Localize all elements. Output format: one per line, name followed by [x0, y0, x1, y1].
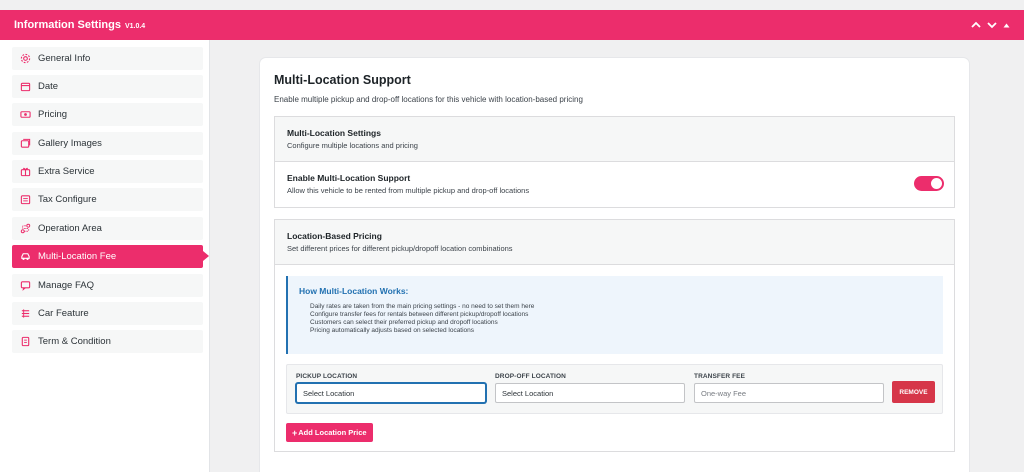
- car-icon: [19, 251, 31, 263]
- section-description: Enable multiple pickup and drop-off loca…: [274, 95, 583, 104]
- sidebar-item-label: Tax Configure: [38, 194, 97, 205]
- sidebar-item-label: General Info: [38, 53, 91, 64]
- money-icon: [19, 109, 31, 121]
- panel-subtitle: Set different prices for different picku…: [287, 244, 513, 253]
- setting-description: Allow this vehicle to be rented from mul…: [287, 186, 530, 195]
- add-location-price-label: Add Location Price: [298, 428, 367, 437]
- list-icon: [19, 308, 31, 320]
- panel-title: Location-Based Pricing: [287, 231, 382, 241]
- sidebar: General Info Date Pricing Gallery Images…: [0, 40, 210, 472]
- location-based-pricing-panel: Location-Based Pricing Set different pri…: [274, 219, 955, 452]
- version-badge: V1.0.4: [124, 22, 146, 30]
- page-title: Information Settings: [14, 19, 121, 31]
- faq-icon: [19, 280, 31, 292]
- sidebar-item-label: Multi-Location Fee: [38, 251, 117, 262]
- plus-icon: +: [292, 427, 298, 438]
- enable-multi-location-toggle[interactable]: [914, 176, 944, 191]
- transfer-fee-input[interactable]: One-way Fee: [694, 383, 884, 403]
- sidebar-item-car-feature[interactable]: Car Feature: [12, 302, 203, 325]
- transfer-fee-label: TRANSFER FEE: [694, 373, 746, 380]
- enable-multi-location-row: Enable Multi-Location Support Allow this…: [275, 161, 954, 207]
- sidebar-item-general-info[interactable]: General Info: [12, 47, 203, 70]
- sidebar-item-label: Extra Service: [38, 166, 95, 177]
- sidebar-item-label: Manage FAQ: [38, 280, 94, 291]
- sidebar-item-label: Term & Condition: [38, 336, 111, 347]
- multi-location-settings-panel: Multi-Location Settings Configure multip…: [274, 116, 955, 208]
- sidebar-item-label: Car Feature: [38, 308, 89, 319]
- sidebar-item-gallery-images[interactable]: Gallery Images: [12, 132, 203, 155]
- images-icon: [19, 138, 31, 150]
- panel-header: Multi-Location Settings Configure multip…: [275, 117, 954, 162]
- info-line: Configure transfer fees for rentals betw…: [310, 311, 529, 318]
- sidebar-item-tax-configure[interactable]: Tax Configure: [12, 188, 203, 211]
- sidebar-item-pricing[interactable]: Pricing: [12, 103, 203, 126]
- sidebar-item-extra-service[interactable]: Extra Service: [12, 160, 203, 183]
- panel-subtitle: Configure multiple locations and pricing: [287, 141, 418, 150]
- caret-up-icon[interactable]: [1003, 22, 1010, 29]
- route-icon: [19, 223, 31, 235]
- info-line: Daily rates are taken from the main pric…: [310, 303, 535, 310]
- remove-button[interactable]: REMOVE: [892, 381, 935, 403]
- info-list: Daily rates are taken from the main pric…: [310, 303, 933, 335]
- gear-icon: [19, 53, 31, 65]
- sidebar-item-label: Date: [38, 81, 59, 92]
- header-bar: Information Settings V1.0.4: [0, 10, 1024, 40]
- info-title: How Multi-Location Works:: [299, 286, 409, 296]
- sidebar-item-label: Gallery Images: [38, 138, 102, 149]
- info-line: Pricing automatically adjusts based on s…: [310, 327, 475, 334]
- document-icon: [19, 336, 31, 348]
- sidebar-item-multi-location-fee[interactable]: Multi-Location Fee: [12, 245, 209, 268]
- add-location-price-button[interactable]: + Add Location Price: [286, 423, 373, 442]
- info-box: How Multi-Location Works: Daily rates ar…: [286, 276, 943, 354]
- pickup-location-label: PICKUP LOCATION: [296, 373, 358, 380]
- toggle-knob: [931, 178, 942, 189]
- sidebar-item-operation-area[interactable]: Operation Area: [12, 217, 203, 240]
- panel-controls: [971, 21, 1010, 29]
- dropoff-location-label: DROP-OFF LOCATION: [495, 373, 566, 380]
- dropoff-location-select[interactable]: Select Location: [495, 383, 685, 403]
- chevron-up-icon[interactable]: [971, 21, 981, 29]
- sidebar-item-label: Operation Area: [38, 223, 102, 234]
- info-line: Customers can select their preferred pic…: [310, 319, 498, 326]
- sidebar-item-label: Pricing: [38, 109, 68, 120]
- calendar-icon: [19, 81, 31, 93]
- sidebar-item-manage-faq[interactable]: Manage FAQ: [12, 274, 203, 297]
- panel-title: Multi-Location Settings: [287, 128, 381, 138]
- setting-title: Enable Multi-Location Support: [287, 173, 411, 183]
- panel-header: Location-Based Pricing Set different pri…: [275, 220, 954, 265]
- receipt-icon: [19, 194, 31, 206]
- pickup-location-select[interactable]: Select Location: [296, 383, 486, 403]
- section-title: Multi-Location Support: [274, 73, 411, 87]
- sidebar-item-date[interactable]: Date: [12, 75, 203, 98]
- chevron-down-icon[interactable]: [987, 21, 997, 29]
- location-price-row: PICKUP LOCATION Select Location DROP-OFF…: [286, 364, 943, 414]
- gift-icon: [19, 166, 31, 178]
- main-card: Multi-Location Support Enable multiple p…: [260, 58, 969, 472]
- sidebar-item-term-condition[interactable]: Term & Condition: [12, 330, 203, 353]
